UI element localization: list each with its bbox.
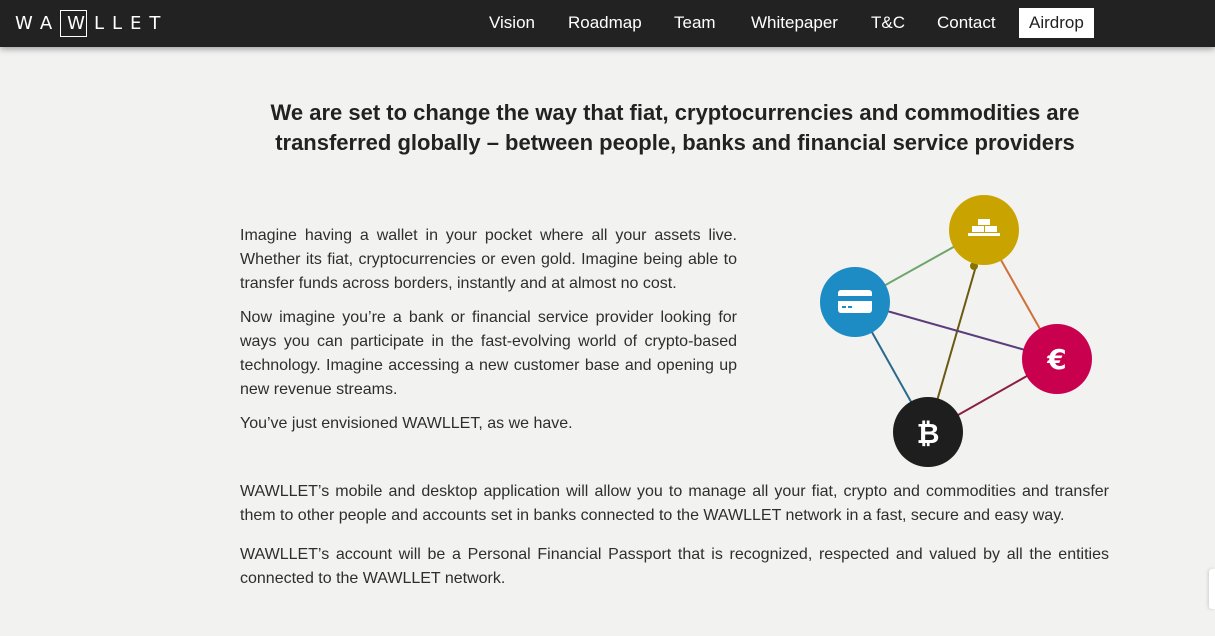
main-nav: Vision Roadmap Team Whitepaper T&C Conta… [0, 8, 1215, 38]
nav-tc[interactable]: T&C [871, 8, 905, 38]
description-paragraph-1: WAWLLET’s mobile and desktop application… [240, 483, 1109, 524]
side-feedback-tab[interactable] [1209, 569, 1215, 609]
nav-team[interactable]: Team [674, 8, 716, 38]
nav-contact[interactable]: Contact [937, 8, 996, 38]
intro-paragraph-2: Now imagine you’re a bank or financial s… [240, 309, 737, 398]
euro-glyph: € [1046, 343, 1066, 376]
description-paragraph-2: WAWLLET’s account will be a Personal Fin… [240, 546, 1109, 587]
credit-card-icon [820, 267, 890, 337]
hero-headline-line1: We are set to change the way that fiat, … [270, 100, 1080, 125]
hero-headline-line2: transferred globally – between people, b… [275, 130, 1075, 155]
nav-roadmap[interactable]: Roadmap [568, 8, 642, 38]
nav-whitepaper[interactable]: Whitepaper [751, 8, 838, 38]
intro-paragraph-3: You’ve just envisioned WAWLLET, as we ha… [240, 415, 573, 432]
asset-network-illustration: € ₿ [820, 195, 1092, 467]
bitcoin-icon: ₿ [893, 397, 963, 467]
nav-vision[interactable]: Vision [489, 8, 535, 38]
gold-icon [949, 195, 1019, 265]
hero-headline: We are set to change the way that fiat, … [240, 98, 1110, 158]
intro-paragraph-1: Imagine having a wallet in your pocket w… [240, 227, 737, 292]
product-description: WAWLLET’s mobile and desktop application… [240, 480, 1109, 606]
bitcoin-glyph: ₿ [917, 417, 940, 450]
nav-airdrop[interactable]: Airdrop [1019, 8, 1094, 38]
top-navigation-bar: WA W LLET Vision Roadmap Team Whitepaper… [0, 0, 1215, 47]
euro-icon: € [1022, 324, 1092, 394]
intro-text: Imagine having a wallet in your pocket w… [240, 224, 737, 446]
